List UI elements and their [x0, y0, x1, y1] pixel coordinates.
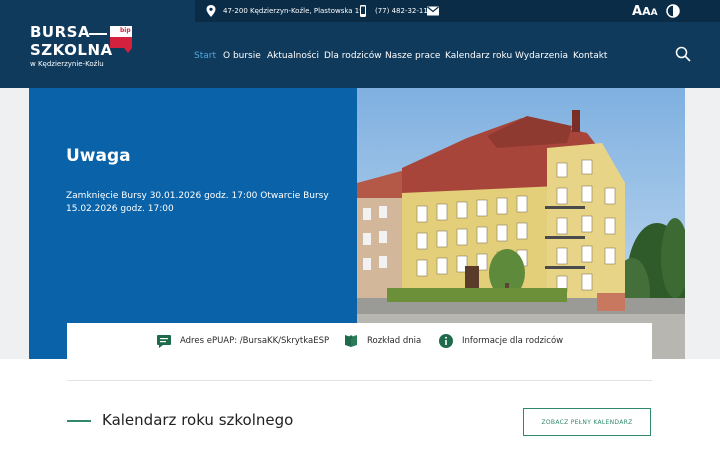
nav-item-nasze-prace[interactable]: Nasze prace	[385, 48, 440, 64]
calendar-section-title: Kalendarz roku szkolnego	[102, 411, 294, 429]
logo-line1: BURSA	[30, 23, 91, 41]
location-pin-icon	[206, 5, 216, 17]
top-contact-bar: 47-200 Kędzierzyn-Koźle, Plastowska 19 (…	[195, 0, 720, 22]
logo-subtitle: w Kędzierzynie-Koźlu	[30, 60, 104, 68]
bip-flag-icon[interactable]: bip	[110, 26, 132, 53]
nav-item-o-bursie[interactable]: O bursie	[223, 48, 261, 64]
full-calendar-button[interactable]: ZOBACZ PEŁNY KALENDARZ	[523, 408, 651, 436]
nav-item-aktualnosci[interactable]: Aktualności	[267, 48, 319, 64]
site-logo[interactable]: BURSA SZKOLNA w Kędzierzynie-Koźlu bip	[30, 23, 140, 73]
epuap-link[interactable]: Adres ePUAP: /BursaKK/SkrytkaESP	[180, 334, 329, 348]
nav-item-dla-rodzicow[interactable]: Dla rodziców	[324, 48, 382, 64]
hero-text: Zamknięcie Bursy 30.01.2026 godz. 17:00 …	[66, 191, 329, 214]
bip-label: bip	[120, 27, 131, 34]
search-icon[interactable]	[675, 46, 691, 62]
logo-dash	[89, 33, 107, 35]
info-icon	[439, 334, 453, 348]
hero-title: Uwaga	[66, 146, 131, 166]
info-bar: Adres ePUAP: /BursaKK/SkrytkaESP Rozkład…	[67, 323, 652, 359]
hero-panel	[29, 88, 357, 359]
section-divider	[67, 380, 652, 381]
nav-item-start[interactable]: Start	[194, 48, 216, 64]
nav-item-kalendarz-roku[interactable]: Kalendarz roku	[445, 48, 512, 64]
section-accent-line	[67, 420, 91, 422]
phone-icon	[360, 5, 366, 17]
building-photo	[357, 88, 685, 359]
building-illustration	[357, 88, 685, 359]
logo-line2: SZKOLNA	[30, 41, 113, 59]
nav-item-kontakt[interactable]: Kontakt	[573, 48, 607, 64]
contrast-icon[interactable]	[666, 4, 680, 18]
chat-icon	[157, 335, 171, 348]
hero-right-margin	[685, 88, 720, 359]
schedule-link[interactable]: Rozkład dnia	[367, 334, 421, 348]
envelope-icon[interactable]	[427, 6, 439, 16]
nav-item-wydarzenia[interactable]: Wydarzenia	[515, 48, 568, 64]
hero-left-margin	[0, 88, 29, 359]
book-icon	[345, 335, 357, 347]
text-size-icon[interactable]: AAA	[632, 4, 658, 19]
address-text: 47-200 Kędzierzyn-Koźle, Plastowska 19	[223, 7, 364, 15]
phone-text[interactable]: (77) 482-32-11	[375, 0, 428, 22]
site-header: BURSA SZKOLNA w Kędzierzynie-Koźlu bip 4…	[0, 0, 720, 88]
parents-info-link[interactable]: Informacje dla rodziców	[462, 334, 563, 348]
